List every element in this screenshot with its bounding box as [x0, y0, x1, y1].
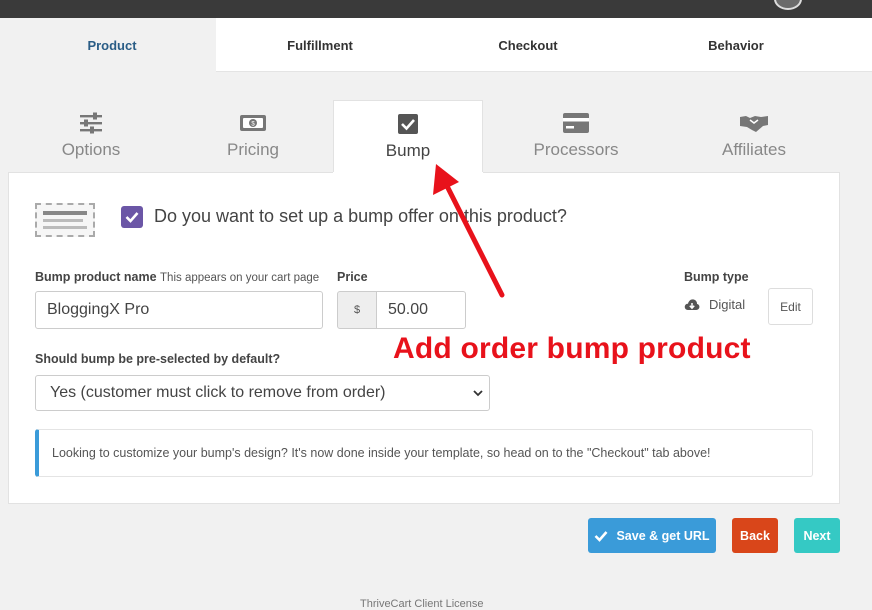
subtab-label: Options [61, 140, 121, 159]
avatar[interactable] [774, 0, 802, 10]
next-button[interactable]: Next [794, 518, 840, 553]
checkbox-icon [334, 111, 482, 137]
check-icon [595, 530, 608, 542]
check-icon [125, 212, 139, 223]
bump-type-value: Digital [684, 297, 745, 312]
subtab-bump[interactable]: Bump [333, 100, 483, 174]
back-button[interactable]: Back [732, 518, 778, 553]
currency-addon: $ [337, 291, 377, 329]
top-bar [0, 0, 872, 18]
subtab-label: Processors [533, 140, 619, 159]
chevron-down-icon [473, 390, 483, 397]
subtab-label: Pricing [227, 140, 279, 159]
divider [8, 172, 333, 173]
price-input[interactable]: 50.00 [376, 291, 466, 329]
annotation-text: Add order bump product [393, 332, 751, 365]
divider [483, 172, 840, 173]
subtab-label: Affiliates [722, 140, 786, 159]
handshake-icon [679, 110, 829, 136]
subtab-affiliates[interactable]: Affiliates [679, 100, 829, 174]
subtab-options[interactable]: Options [16, 100, 166, 174]
bump-offer-question: Do you want to set up a bump offer on th… [154, 206, 567, 226]
sub-tabs: Options $ Pricing Bump Processors Affili… [8, 100, 840, 174]
info-callout: Looking to customize your bump's design?… [35, 429, 813, 477]
tab-behavior[interactable]: Behavior [632, 18, 840, 72]
bump-type-text: Digital [709, 297, 746, 312]
edit-bump-type-button[interactable]: Edit [768, 288, 813, 325]
tab-checkout[interactable]: Checkout [424, 18, 632, 72]
tab-fulfillment[interactable]: Fulfillment [216, 18, 424, 72]
main-tabs: Product Fulfillment Checkout Behavior [8, 18, 872, 72]
price-label: Price [337, 270, 368, 284]
sliders-icon [16, 110, 166, 136]
footer-license: ThriveCart Client License [360, 598, 484, 610]
preselect-select[interactable]: Yes (customer must click to remove from … [35, 375, 490, 411]
cloud-download-icon [684, 299, 700, 310]
bump-name-input[interactable]: BloggingX Pro [35, 291, 323, 329]
preselect-label: Should bump be pre-selected by default? [35, 352, 281, 366]
bump-offer-checkbox[interactable] [121, 206, 143, 228]
subtab-label: Bump [385, 141, 431, 160]
credit-card-icon [501, 110, 651, 136]
bump-name-hint: This appears on your cart page [160, 272, 320, 284]
info-text: Looking to customize your bump's design?… [52, 446, 711, 460]
save-get-url-button[interactable]: Save & get URL [588, 518, 716, 553]
subtab-processors[interactable]: Processors [501, 100, 651, 174]
money-icon: $ [178, 110, 328, 136]
tab-product[interactable]: Product [8, 18, 216, 72]
bump-preview-image [35, 203, 95, 237]
bump-type-label: Bump type [684, 270, 749, 284]
preselect-value: Yes (customer must click to remove from … [50, 384, 386, 401]
save-button-label: Save & get URL [616, 528, 710, 543]
bump-name-label: Bump product name This appears on your c… [35, 270, 319, 284]
subtab-pricing[interactable]: $ Pricing [178, 100, 328, 174]
bump-name-label-text: Bump product name [35, 270, 157, 284]
